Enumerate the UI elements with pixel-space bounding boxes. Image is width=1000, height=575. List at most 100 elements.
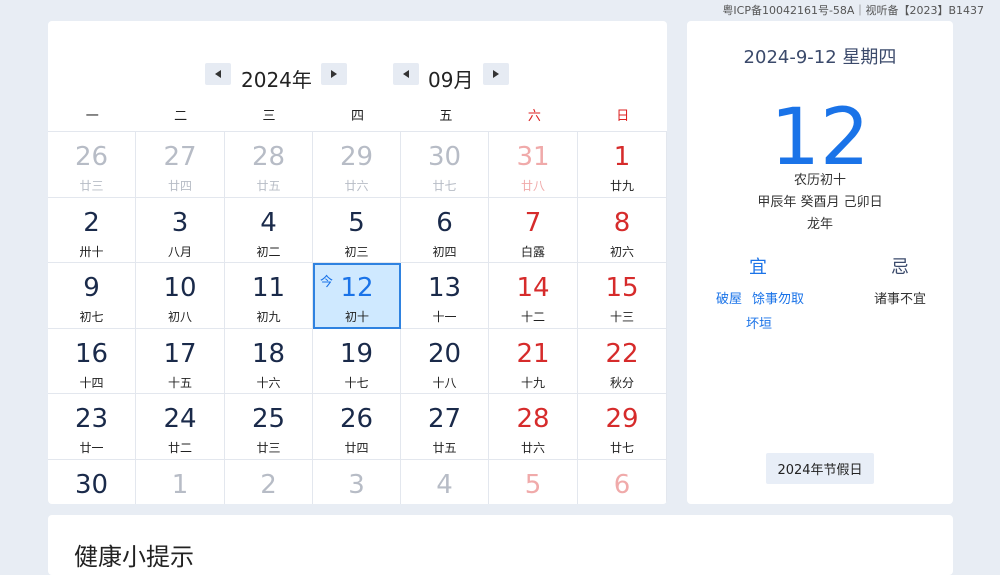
day-cell[interactable]: 27 廿四 [136,132,225,198]
day-cell-today[interactable]: 今 12 初十 [313,263,401,329]
day-cell[interactable]: 5初三 [489,459,578,504]
day-cell[interactable]: 4初二 [401,459,489,504]
yi-item: 馀事勿取 [752,292,805,307]
lunar-label: 秋分 [609,375,634,390]
day-cell[interactable]: 10 初八 [136,263,225,329]
lunar-label: 十二 [520,310,545,324]
caret-right-icon [493,70,499,78]
day-cell[interactable]: 18 十六 [225,328,313,394]
day-cell[interactable]: 26 廿三 [48,132,136,198]
weekday-label: 日 [616,109,630,124]
caret-left-icon [403,70,409,78]
month-label[interactable]: 09月 [428,64,473,93]
day-cell[interactable]: 20 十八 [401,328,489,394]
icp-notice: 粤ICP备10042161号-58A｜视听备【2023】B1437 [722,4,984,17]
day-cell[interactable]: 11 初九 [225,263,313,329]
lunar-label: 十八 [432,375,457,390]
weekday-label: 三 [262,109,276,124]
year-label[interactable]: 2024年 [241,64,312,93]
lunar-label: 十一 [432,310,457,324]
day-cell[interactable]: 7 白露 [489,197,578,263]
day-cell[interactable]: 3 八月 [136,197,225,263]
lunar-label: 廿三 [256,441,281,455]
weekday-header: 一 二 三 四 五 六 日 [48,105,667,127]
lunar-label: 廿二 [167,441,192,455]
day-cell[interactable]: 19 十七 [313,328,401,394]
day-number: 30 [74,469,109,500]
lunar-label: 廿五 [432,441,457,455]
health-tips-panel: 健康小提示 [48,515,953,575]
lunar-label: 初十 [344,310,369,324]
day-number: 6 [613,469,631,500]
weekday-label: 六 [527,109,541,124]
next-month-button[interactable] [483,63,509,85]
next-year-button[interactable] [321,63,347,85]
day-cell[interactable]: 1廿九 [136,459,225,504]
day-cell[interactable]: 6初四 [401,197,489,263]
day-cell[interactable]: 4初二 [225,197,313,263]
day-cell[interactable]: 3九月 [313,459,401,504]
day-cell[interactable]: 26 廿四 [313,394,401,460]
lunar-label: 白露 [520,244,545,259]
day-cell[interactable]: 6初四 [578,459,667,504]
day-cell[interactable]: 30廿八 [48,459,136,504]
lunar-label: 廿七 [609,441,634,455]
day-cell[interactable]: 8 初六 [578,197,667,263]
day-number: 4 [436,469,453,500]
lunar-label: 廿一 [79,441,104,455]
day-cell[interactable]: 2卅十 [48,197,136,263]
day-number: 12 [340,273,374,303]
health-tips-title: 健康小提示 [74,543,194,571]
day-cell[interactable]: 21 十九 [489,328,578,394]
day-cell[interactable]: 28 廿六 [489,394,578,460]
day-number: 3 [348,469,365,500]
day-cell[interactable]: 5初三 [313,197,401,263]
day-cell[interactable]: 25 廿三 [225,394,313,460]
selected-date: 2024-9-12 星期四 [743,47,897,68]
day-cell[interactable]: 2卅十 [225,459,313,504]
day-cell[interactable]: 23 廿一 [48,394,136,460]
day-number: 17 [163,338,197,369]
yi-heading: 宜 [749,257,767,278]
caret-left-icon [215,70,221,78]
day-number: 30 [427,142,462,172]
selected-day-number: 12 [770,93,870,183]
day-number: 26 [339,404,374,434]
day-cell[interactable]: 28 廿五 [225,132,313,198]
day-cell[interactable]: 22 秋分 [578,328,667,394]
day-number: 5 [524,469,542,500]
day-number: 26 [74,142,109,172]
lunar-label: 八月 [167,244,192,259]
day-cell[interactable]: 17 十五 [136,328,225,394]
day-cell[interactable]: 15 十三 [578,263,667,329]
day-cell[interactable]: 1廿九 [578,132,667,198]
day-detail-panel: 2024-9-12 星期四 12 农历初十 甲辰年 癸酉月 己卯日 龙年 宜 忌… [687,21,953,504]
day-cell[interactable]: 30 廿七 [401,132,489,198]
lunar-label: 初三 [344,244,369,259]
day-number: 16 [74,338,109,369]
day-number: 29 [605,404,639,434]
day-cell[interactable]: 29 廿六 [313,132,401,198]
month-navigator: 2024年 09月 [48,52,667,92]
day-cell[interactable]: 29 廿七 [578,394,667,460]
lunar-label: 初六 [609,244,634,259]
day-number: 29 [339,142,374,172]
day-cell[interactable]: 31 廿八 [489,132,578,198]
day-cell[interactable]: 9 初七 [48,263,136,329]
day-cell[interactable]: 24 廿二 [136,394,225,460]
lunar-label: 廿六 [344,179,369,193]
day-number: 27 [427,404,462,434]
day-cell[interactable]: 27 廿五 [401,394,489,460]
prev-month-button[interactable] [393,63,419,85]
weekday-label: 四 [350,109,364,124]
lunar-label: 廿八 [520,179,545,193]
day-cell[interactable]: 14 十二 [489,263,578,329]
prev-year-button[interactable] [205,63,231,85]
weekday-label: 五 [439,109,453,124]
lunar-label: 十六 [256,375,281,390]
day-number: 9 [83,273,100,303]
holiday-button[interactable]: 2024年节假日 [766,453,874,484]
day-cell[interactable]: 16 十四 [48,328,136,394]
day-cell[interactable]: 13 十一 [401,263,489,329]
day-number: 8 [613,207,631,238]
